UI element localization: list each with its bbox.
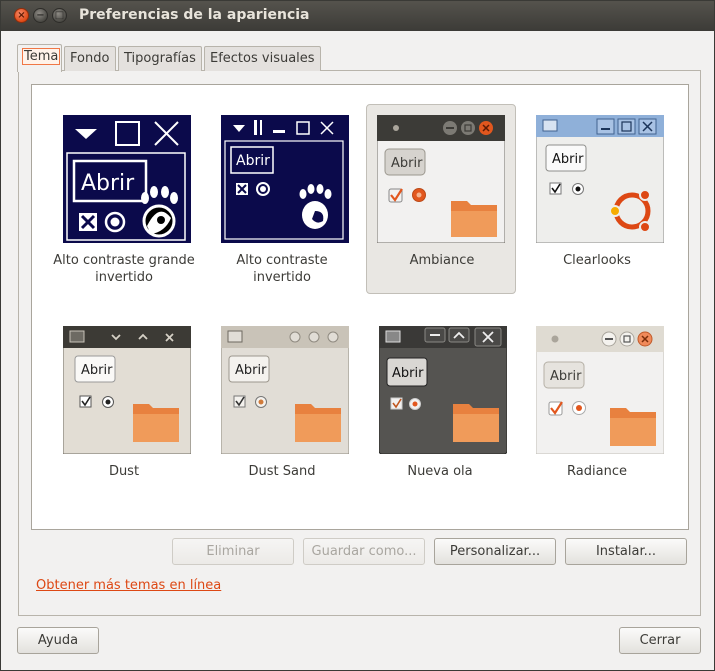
dust-sand-preview: Abrir (221, 326, 349, 454)
tab-visual-effects-label: Efectos visuales (210, 51, 315, 66)
theme-item-dust[interactable]: Abrir Dust (49, 316, 199, 506)
high-contrast-large-inverse-preview: Abrir (63, 115, 191, 243)
theme-item-clearlooks[interactable]: Abrir Clearlooks (522, 105, 672, 295)
install-theme-button[interactable]: Instalar... (565, 538, 687, 565)
theme-name: Dust (108, 464, 140, 479)
theme-name: Alto contraste grande invertido (53, 253, 195, 285)
get-more-themes-link[interactable]: Obtener más temas en línea (36, 578, 221, 593)
window-maximize-button[interactable]: □ (52, 8, 67, 23)
tab-fonts[interactable]: Tipografías (118, 46, 202, 71)
theme-name: Dust Sand (248, 464, 316, 479)
theme-name: Ambiance (409, 253, 475, 268)
theme-name: Clearlooks (563, 253, 631, 268)
tab-theme-label: Tema (21, 48, 61, 65)
close-icon: × (17, 10, 26, 21)
theme-item-high-contrast-inverse[interactable]: Abrir Alto contraste invertido (207, 105, 357, 295)
customize-theme-button[interactable]: Personalizar... (434, 538, 556, 565)
theme-item-new-wave[interactable]: Abrir Nueva ola (365, 316, 515, 506)
preview-open-label: Abrir (392, 366, 424, 381)
close-button[interactable]: Cerrar (619, 627, 701, 654)
tab-visual-effects[interactable]: Efectos visuales (204, 46, 321, 71)
theme-item-radiance[interactable]: Abrir Radiance (522, 316, 672, 506)
preview-open-label: Abrir (552, 152, 584, 167)
tab-theme[interactable]: Tema (17, 44, 62, 72)
window-title: Preferencias de la apariencia (79, 7, 310, 23)
window-close-button[interactable]: × (14, 8, 29, 23)
minimize-icon: − (36, 10, 45, 21)
preview-open-label: Abrir (235, 363, 267, 378)
window-minimize-button[interactable]: − (33, 8, 48, 23)
theme-item-dust-sand[interactable]: Abrir Dust Sand (207, 316, 357, 506)
preview-open-label: Abrir (236, 153, 270, 169)
preview-open-label: Abrir (81, 363, 113, 378)
theme-name: Alto contraste invertido (236, 253, 328, 285)
preview-open-label: Abrir (81, 171, 135, 196)
dust-preview: Abrir (63, 326, 191, 454)
theme-name: Radiance (567, 464, 627, 479)
delete-theme-button[interactable]: Eliminar (172, 538, 294, 565)
appearance-preferences-window: × − □ Preferencias de la apariencia Tema… (0, 0, 715, 671)
theme-item-high-contrast-large-inverse[interactable]: Abrir Alto contraste grande invertido (49, 105, 199, 295)
preview-open-label: Abrir (550, 369, 582, 384)
tab-fonts-label: Tipografías (124, 51, 196, 66)
tab-background-label: Fondo (70, 51, 110, 66)
maximize-icon: □ (54, 10, 65, 21)
new-wave-preview: Abrir (379, 326, 507, 454)
theme-name: Nueva ola (407, 464, 473, 479)
theme-item-ambiance[interactable]: Abrir Ambiance (366, 104, 516, 294)
high-contrast-inverse-preview: Abrir (221, 115, 349, 243)
help-button[interactable]: Ayuda (17, 627, 99, 654)
title-bar[interactable]: × − □ Preferencias de la apariencia (1, 1, 714, 31)
tab-background[interactable]: Fondo (64, 46, 116, 71)
theme-list[interactable]: Abrir Alto contraste grande invertido Ab… (31, 84, 689, 530)
ambiance-preview: Abrir (377, 115, 505, 243)
save-theme-as-button[interactable]: Guardar como... (303, 538, 425, 565)
clearlooks-preview: Abrir (536, 115, 664, 243)
preview-open-label: Abrir (391, 156, 423, 171)
radiance-preview: Abrir (536, 326, 664, 454)
